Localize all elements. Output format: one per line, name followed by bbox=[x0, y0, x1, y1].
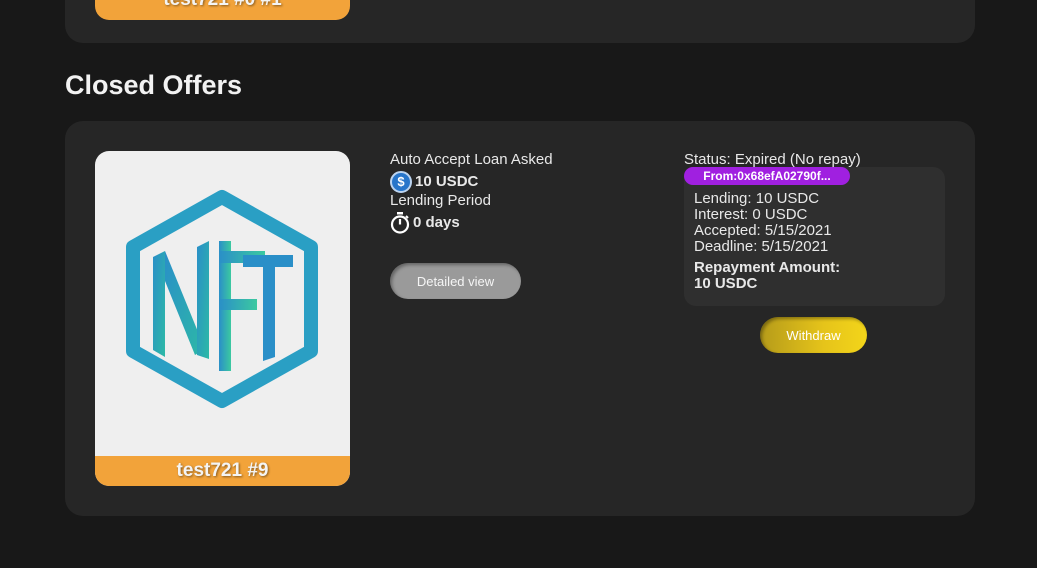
usdc-icon: $ bbox=[390, 170, 412, 193]
lending-period-value: 0 days bbox=[413, 214, 460, 231]
withdraw-button[interactable]: Withdraw bbox=[760, 317, 867, 353]
loan-details-box: From:0x68efA02790f... Lending: 10 USDC I… bbox=[684, 167, 945, 306]
repayment-value: 10 USDC bbox=[694, 275, 758, 292]
auto-accept-label: Auto Accept Loan Asked bbox=[390, 151, 553, 168]
nft-logo bbox=[126, 190, 318, 408]
status-text: Status: Expired (No repay) bbox=[684, 151, 861, 168]
loan-amount-value: 10 USDC bbox=[415, 173, 479, 190]
stopwatch-icon bbox=[390, 211, 410, 234]
section-title: Closed Offers bbox=[65, 70, 243, 100]
nft-card[interactable]: test721 #9 bbox=[95, 151, 350, 486]
previous-nft-label: test721 #0 #1 bbox=[95, 0, 350, 20]
accepted-date: Accepted: 5/15/2021 bbox=[694, 222, 832, 239]
lending-value: Lending: 10 USDC bbox=[694, 190, 820, 207]
closed-offer-card: test721 #9 Auto Accept Loan Asked $ 10 U… bbox=[65, 121, 975, 516]
loan-amount: $ 10 USDC bbox=[390, 170, 553, 193]
repayment-amount: Repayment Amount: 10 USDC bbox=[694, 260, 840, 292]
interest-value: Interest: 0 USDC bbox=[694, 206, 808, 223]
repayment-label: Repayment Amount: bbox=[694, 259, 841, 276]
nft-label: test721 #9 bbox=[95, 456, 350, 486]
lending-period-label: Lending Period bbox=[390, 192, 491, 209]
deadline-date: Deadline: 5/15/2021 bbox=[694, 238, 829, 255]
from-address-badge[interactable]: From:0x68efA02790f... bbox=[684, 167, 850, 185]
loan-info: Auto Accept Loan Asked $ 10 USDC Lending… bbox=[390, 151, 553, 299]
detailed-view-button[interactable]: Detailed view bbox=[390, 263, 521, 299]
previous-offer-card: test721 #0 #1 bbox=[65, 0, 975, 43]
lending-period: 0 days bbox=[390, 211, 553, 234]
